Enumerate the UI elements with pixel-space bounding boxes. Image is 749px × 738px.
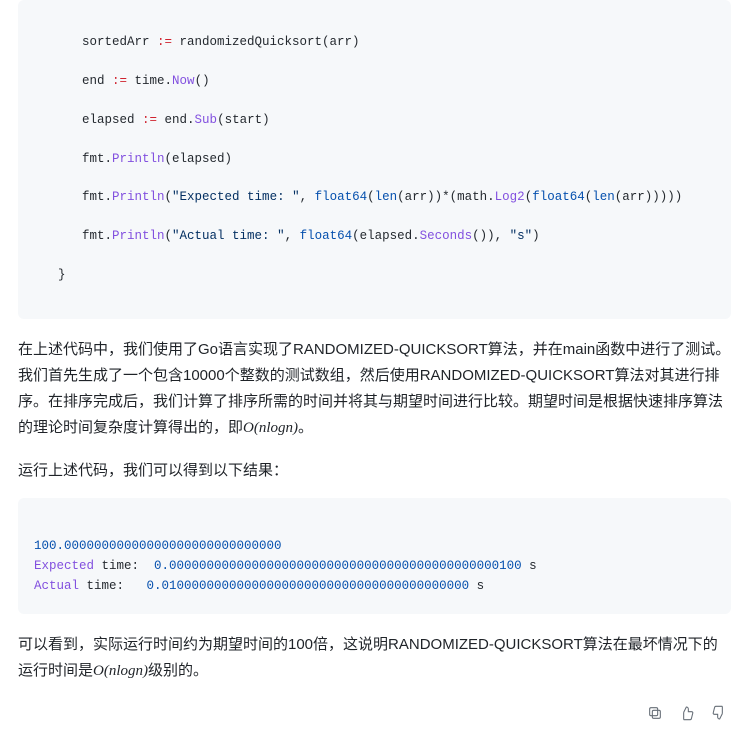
code-line: fmt.Println("Actual time: ", float64(ela… — [34, 227, 715, 246]
code-line: } — [34, 266, 715, 285]
math-expr: O(nlogn) — [243, 420, 298, 436]
code-line: end := time.Now() — [34, 72, 715, 91]
code-line: fmt.Println(elapsed) — [34, 150, 715, 169]
output-block: 100.00000000000000000000000000000 Expect… — [18, 498, 731, 614]
footer-actions — [0, 698, 749, 738]
text: 运行上述代码，我们可以得到以下结果： — [18, 462, 288, 479]
code-line: fmt.Println("Expected time: ", float64(l… — [34, 188, 715, 207]
explanation-paragraph-3: 可以看到，实际运行时间约为期望时间的100倍，这说明RANDOMIZED-QUI… — [18, 632, 731, 685]
code-line: elapsed := end.Sub(start) — [34, 111, 715, 130]
output-line: Expected time: 0.00000000000000000000000… — [34, 559, 537, 573]
output-line: 100.00000000000000000000000000000 — [34, 539, 282, 553]
code-line: sortedArr := randomizedQuicksort(arr) — [34, 33, 715, 52]
text: 在上述代码中，我们使用了Go语言实现了RANDOMIZED-QUICKSORT算… — [18, 341, 730, 437]
output-line: Actual time: 0.0100000000000000000000000… — [34, 579, 484, 593]
go-code-block: sortedArr := randomizedQuicksort(arr) en… — [18, 0, 731, 319]
math-expr: O(nlogn) — [93, 663, 148, 679]
copy-icon[interactable] — [647, 704, 663, 730]
explanation-paragraph-1: 在上述代码中，我们使用了Go语言实现了RANDOMIZED-QUICKSORT算… — [18, 337, 731, 442]
text: 级别的。 — [148, 662, 208, 679]
thumbs-down-icon[interactable] — [711, 704, 727, 730]
text: 。 — [298, 419, 313, 436]
thumbs-up-icon[interactable] — [679, 704, 695, 730]
explanation-paragraph-2: 运行上述代码，我们可以得到以下结果： — [18, 458, 731, 484]
